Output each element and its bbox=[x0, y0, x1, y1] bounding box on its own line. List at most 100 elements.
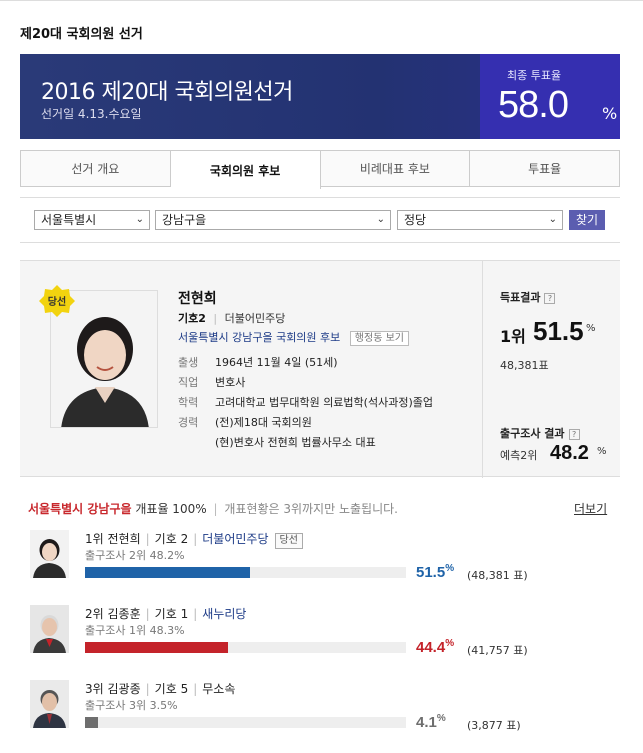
result-pct-value: 4.1 bbox=[416, 714, 437, 731]
result-top-line: 2위 김종훈 | 기호 1 | 새누리당 bbox=[85, 605, 246, 622]
info-label-education: 학력 bbox=[178, 396, 199, 409]
result-rank-name[interactable]: 2위 김종훈 bbox=[85, 607, 141, 621]
help-icon[interactable]: ? bbox=[544, 292, 556, 304]
candidate-thumb[interactable] bbox=[30, 680, 69, 728]
result-votes: (3,877 표) bbox=[467, 719, 521, 732]
exit-label: 출구조사 결과 bbox=[500, 427, 565, 440]
result-votes: (41,757 표) bbox=[467, 644, 528, 657]
candidate-thumb[interactable] bbox=[30, 605, 69, 653]
exit-label-row: 출구조사 결과? bbox=[500, 425, 580, 441]
tab-turnout[interactable]: 투표율 bbox=[470, 151, 619, 186]
help-icon[interactable]: ? bbox=[568, 428, 580, 440]
party-select[interactable]: 정당 ⌄ bbox=[397, 210, 563, 230]
candidate-card: 당선 전현희 기호2 | 더불어민주당 서울특별시 강남구을 국회의원 후보 행… bbox=[20, 260, 620, 478]
card-divider bbox=[482, 261, 483, 478]
result-pct: 51.5 bbox=[533, 316, 584, 346]
find-button[interactable]: 찾기 bbox=[569, 210, 605, 230]
candidate-district[interactable]: 서울특별시 강남구을 국회의원 후보 bbox=[178, 331, 340, 344]
vote-bar-track bbox=[85, 642, 406, 653]
result-pct-value: 51.5 bbox=[416, 564, 446, 581]
result-pct-unit: % bbox=[586, 323, 596, 334]
result-exit-poll: 출구조사 3위 3.5% bbox=[85, 699, 178, 712]
region-select[interactable]: 서울특별시 ⌄ bbox=[34, 210, 150, 230]
candidate-district-line: 서울특별시 강남구을 국회의원 후보 행정동 보기 bbox=[178, 329, 409, 346]
result-rank-name[interactable]: 1위 전현희 bbox=[85, 532, 141, 546]
info-value-career-2: (현)변호사 전현희 법률사무소 대표 bbox=[215, 436, 376, 449]
result-party: 더불어민주당 bbox=[202, 532, 269, 546]
result-pct-value: 44.4 bbox=[416, 639, 446, 656]
more-link[interactable]: 더보기 bbox=[574, 500, 607, 517]
result-row: 2위 김종훈 | 기호 1 | 새누리당 출구조사 1위 48.3% 44.4% (41… bbox=[20, 605, 620, 665]
results-note: 개표현황은 3위까지만 노출됩니다. bbox=[224, 502, 398, 516]
candidate-name: 전현희 bbox=[178, 291, 217, 307]
winner-badge-label: 당선 bbox=[48, 295, 66, 308]
election-banner: 2016 제20대 국회의원선거 선거일 4.13.수요일 최종 투표율 58.… bbox=[20, 54, 620, 139]
chevron-down-icon: ⌄ bbox=[376, 214, 385, 225]
separator: | bbox=[213, 502, 218, 516]
tab-candidates[interactable]: 국회의원 후보 bbox=[170, 151, 321, 189]
result-party: 새누리당 bbox=[202, 607, 247, 621]
separator: | bbox=[193, 607, 198, 621]
result-rank-name[interactable]: 3위 김광종 bbox=[85, 682, 141, 696]
result-label: 득표결과 bbox=[500, 291, 541, 304]
exit-pct-unit: % bbox=[597, 446, 607, 457]
turnout-value: 58.0 bbox=[498, 84, 569, 126]
separator: | bbox=[145, 532, 150, 546]
result-exit-poll: 출구조사 1위 48.3% bbox=[85, 624, 185, 637]
separator: | bbox=[193, 682, 198, 696]
candidate-party-line: 기호2 | 더불어민주당 bbox=[178, 310, 285, 326]
party-select-value: 정당 bbox=[404, 213, 427, 227]
candidate-thumb[interactable] bbox=[30, 530, 69, 578]
turnout-unit: % bbox=[602, 104, 618, 123]
vote-bar-track bbox=[85, 567, 406, 578]
info-value-career-1: (전)제18대 국회의원 bbox=[215, 416, 312, 429]
result-party: 무소속 bbox=[202, 682, 236, 696]
winner-tag: 당선 bbox=[274, 533, 303, 549]
top-divider bbox=[0, 0, 643, 1]
vote-bar-fill bbox=[85, 642, 228, 653]
separator: | bbox=[213, 312, 218, 325]
result-row: 1위 전현희 | 기호 2 | 더불어민주당 당선 출구조사 2위 48.2% 51.5%… bbox=[20, 530, 620, 590]
percent-sign: % bbox=[445, 563, 455, 574]
result-exit-poll: 출구조사 2위 48.2% bbox=[85, 549, 185, 562]
tab-overview[interactable]: 선거 개요 bbox=[21, 151, 171, 186]
exit-pct: 48.2 bbox=[550, 442, 589, 464]
result-pct: 51.5% bbox=[416, 563, 454, 581]
result-number: 기호 5 bbox=[154, 682, 189, 696]
result-number: 기호 2 bbox=[154, 532, 189, 546]
turnout-label: 최종 투표율 bbox=[507, 69, 562, 82]
result-pct: 4.1% bbox=[416, 713, 446, 731]
winner-badge-icon: 당선 bbox=[39, 285, 75, 317]
separator: | bbox=[145, 607, 150, 621]
admin-area-button[interactable]: 행정동 보기 bbox=[349, 331, 409, 346]
separator: | bbox=[145, 682, 150, 696]
percent-sign: % bbox=[436, 713, 446, 724]
percent-sign: % bbox=[445, 638, 455, 649]
result-label-row: 득표결과? bbox=[500, 289, 556, 305]
tab-proportional[interactable]: 비례대표 후보 bbox=[321, 151, 471, 186]
result-top-line: 3위 김광종 | 기호 5 | 무소속 bbox=[85, 680, 235, 697]
filter-bar: 서울특별시 ⌄ 강남구을 ⌄ 정당 ⌄ 찾기 bbox=[20, 197, 620, 243]
district-select[interactable]: 강남구을 ⌄ bbox=[155, 210, 391, 230]
info-value-job: 변호사 bbox=[215, 376, 246, 389]
info-label-career: 경력 bbox=[178, 416, 199, 429]
info-label-job: 직업 bbox=[178, 376, 199, 389]
result-votes: 48,381표 bbox=[500, 359, 549, 372]
result-row: 3위 김광종 | 기호 5 | 무소속 출구조사 3위 3.5% 4.1% (3,877… bbox=[20, 680, 620, 740]
result-votes: (48,381 표) bbox=[467, 569, 528, 582]
separator: | bbox=[193, 532, 198, 546]
vote-bar-fill bbox=[85, 567, 251, 578]
result-number: 기호 1 bbox=[154, 607, 189, 621]
banner-title: 2016 제20대 국회의원선거 bbox=[41, 80, 293, 105]
info-label-birth: 출생 bbox=[178, 356, 199, 369]
candidate-party: 더불어민주당 bbox=[224, 312, 286, 325]
chevron-down-icon: ⌄ bbox=[135, 214, 144, 225]
banner-date: 선거일 4.13.수요일 bbox=[41, 107, 142, 121]
vote-bar-fill bbox=[85, 717, 99, 728]
exit-rank: 예측2위 bbox=[500, 449, 538, 462]
tab-bar: 선거 개요 국회의원 후보 비례대표 후보 투표율 bbox=[20, 150, 620, 189]
info-value-education: 고려대학교 법무대학원 의료법학(석사과정)졸업 bbox=[215, 396, 433, 409]
region-select-value: 서울특별시 bbox=[41, 213, 97, 227]
candidate-number: 기호2 bbox=[178, 312, 206, 325]
result-rank: 1위 bbox=[500, 327, 526, 346]
